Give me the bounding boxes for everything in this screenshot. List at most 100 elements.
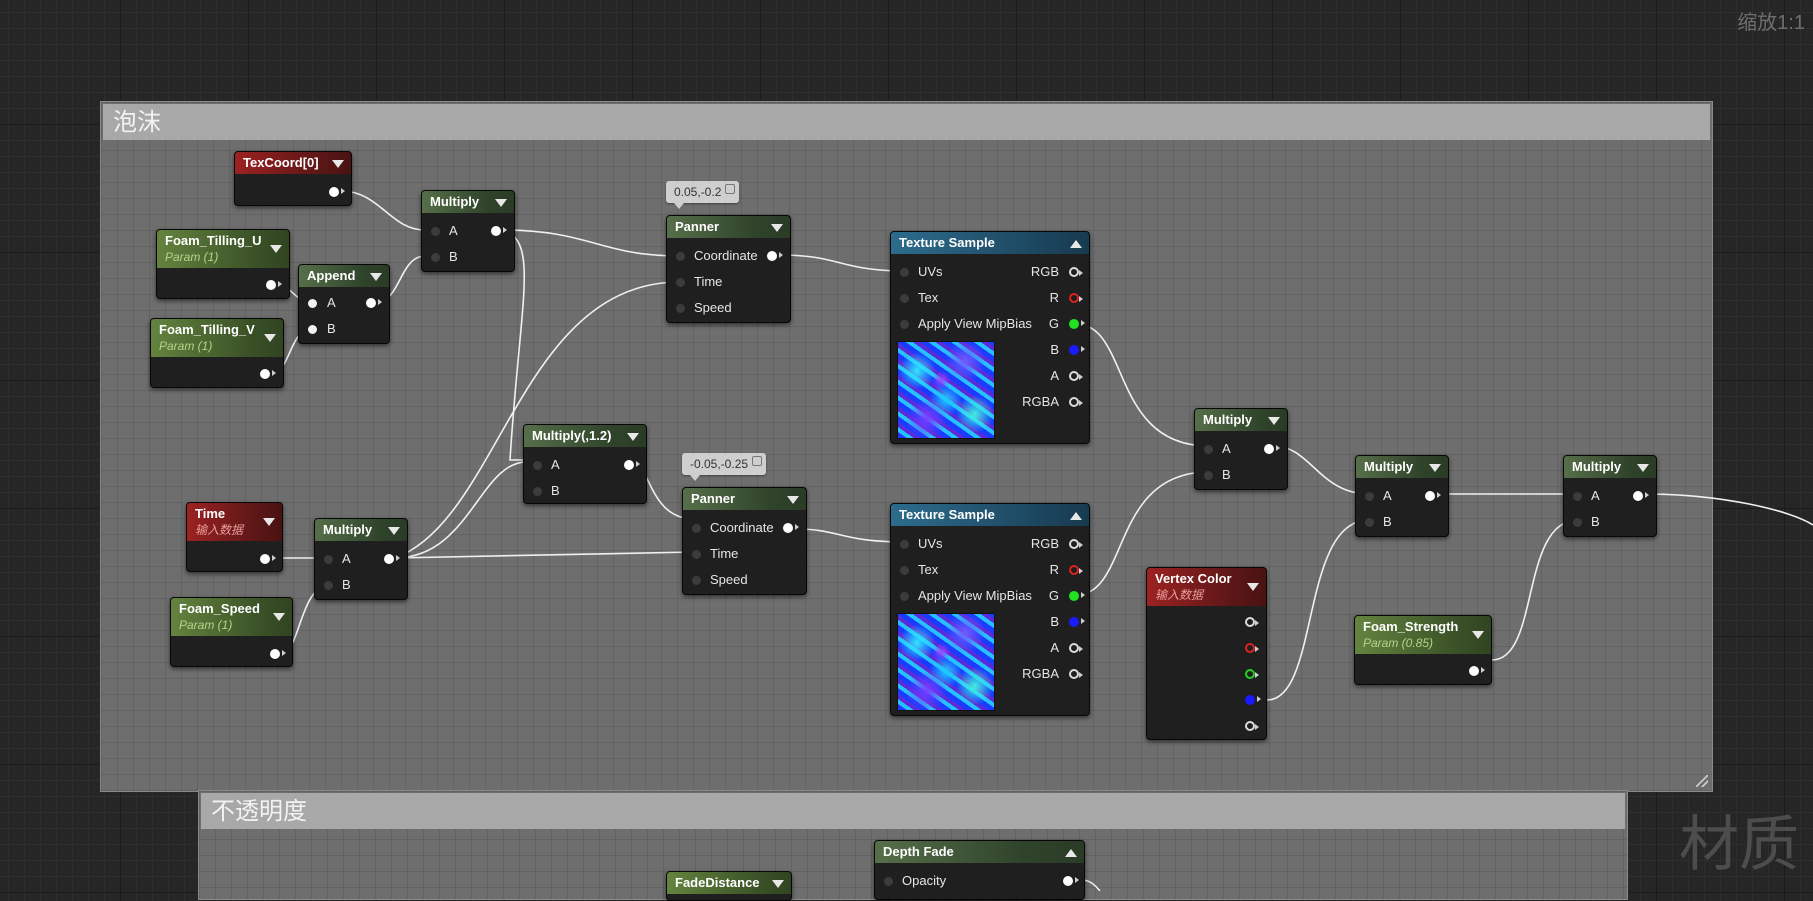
node-texcoord[interactable]: TexCoord[0] [234, 151, 352, 206]
input-pin-uvs[interactable] [900, 540, 909, 549]
node-panner[interactable]: Panner Coordinate Time Speed [682, 487, 807, 595]
input-pin-time[interactable] [676, 278, 685, 287]
node-header[interactable]: Multiply [1195, 409, 1287, 431]
collapse-arrow-icon[interactable] [1070, 240, 1082, 248]
collapse-arrow-icon[interactable] [627, 433, 639, 441]
input-pin-b[interactable] [1365, 518, 1374, 527]
input-pin-b[interactable] [1573, 518, 1582, 527]
input-pin-coordinate[interactable] [692, 524, 701, 533]
input-pin-uvs[interactable] [900, 268, 909, 277]
output-pin-a[interactable] [1245, 721, 1259, 731]
output-pin-b[interactable] [1069, 345, 1085, 355]
input-pin-speed[interactable] [692, 576, 701, 585]
output-pin[interactable] [260, 554, 276, 564]
input-pin-coordinate[interactable] [676, 252, 685, 261]
node-header[interactable]: Append [299, 265, 389, 287]
output-pin-b[interactable] [1069, 617, 1085, 627]
node-foam-strength[interactable]: Foam_Strength Param (0.85) [1354, 615, 1492, 685]
output-pin-a[interactable] [1069, 643, 1083, 653]
input-pin-a[interactable] [1365, 492, 1374, 501]
node-time[interactable]: Time 输入数据 [186, 502, 283, 572]
node-fade-distance[interactable]: FadeDistance [666, 871, 792, 901]
output-pin[interactable] [767, 251, 783, 261]
node-panner[interactable]: Panner Coordinate Time Speed [666, 215, 791, 323]
collapse-arrow-icon[interactable] [1065, 849, 1077, 857]
collapse-arrow-icon[interactable] [1247, 583, 1259, 591]
pin-icon[interactable] [752, 456, 763, 466]
node-header[interactable]: Multiply [315, 519, 407, 541]
output-pin-b[interactable] [1245, 695, 1261, 705]
output-pin-rgb[interactable] [1069, 267, 1083, 277]
node-header[interactable]: Multiply [422, 191, 514, 213]
input-pin-b[interactable] [533, 487, 542, 496]
output-pin[interactable] [783, 523, 799, 533]
input-pin-mipbias[interactable] [900, 592, 909, 601]
collapse-arrow-icon[interactable] [388, 527, 400, 535]
output-pin-g[interactable] [1245, 669, 1259, 679]
output-pin-r[interactable] [1069, 565, 1083, 575]
output-pin[interactable] [384, 554, 400, 564]
input-pin-opacity[interactable] [884, 877, 893, 886]
node-header[interactable]: Foam_Strength Param (0.85) [1355, 616, 1491, 654]
node-header[interactable]: Foam_Tilling_U Param (1) [157, 230, 289, 268]
node-multiply[interactable]: Multiply A B [1355, 455, 1449, 537]
node-header[interactable]: Foam_Speed Param (1) [171, 598, 292, 636]
input-pin-tex[interactable] [900, 294, 909, 303]
node-multiply[interactable]: Multiply A B [1563, 455, 1657, 537]
output-pin-rgb[interactable] [1245, 617, 1259, 627]
node-append[interactable]: Append A B [298, 264, 390, 344]
node-depth-fade[interactable]: Depth Fade Opacity [874, 840, 1085, 900]
output-pin-rgba[interactable] [1069, 397, 1083, 407]
collapse-arrow-icon[interactable] [495, 199, 507, 207]
collapse-arrow-icon[interactable] [1429, 464, 1441, 472]
output-pin-g[interactable] [1069, 319, 1085, 329]
output-pin[interactable] [1469, 666, 1485, 676]
output-pin[interactable] [329, 187, 345, 197]
collapse-arrow-icon[interactable] [332, 160, 344, 168]
node-multiply[interactable]: Multiply A B [314, 518, 408, 600]
output-pin[interactable] [1633, 491, 1649, 501]
output-pin[interactable] [260, 369, 276, 379]
node-multiply[interactable]: Multiply A B [1194, 408, 1288, 490]
input-pin-b[interactable] [324, 581, 333, 590]
node-header[interactable]: Multiply(,1.2) [524, 425, 646, 447]
output-pin[interactable] [1425, 491, 1441, 501]
input-pin-speed[interactable] [676, 304, 685, 313]
node-header[interactable]: TexCoord[0] [235, 152, 351, 174]
collapse-arrow-icon[interactable] [1637, 464, 1649, 472]
node-texture-sample[interactable]: Texture Sample UVs Tex Apply View MipBia… [890, 503, 1090, 716]
input-pin-a[interactable] [308, 299, 317, 308]
output-pin-rgb[interactable] [1069, 539, 1083, 549]
output-pin[interactable] [1264, 444, 1280, 454]
output-pin[interactable] [366, 298, 382, 308]
input-pin-a[interactable] [431, 227, 440, 236]
node-header[interactable]: Texture Sample [891, 504, 1089, 526]
node-foam-tilling-u[interactable]: Foam_Tilling_U Param (1) [156, 229, 290, 299]
output-pin[interactable] [1063, 876, 1079, 886]
input-pin-time[interactable] [692, 550, 701, 559]
input-pin-b[interactable] [308, 325, 317, 334]
output-pin[interactable] [266, 280, 282, 290]
input-pin-b[interactable] [431, 253, 440, 262]
output-pin-a[interactable] [1069, 371, 1083, 381]
constant-bubble[interactable]: 0.05,-0.2 [666, 181, 740, 209]
collapse-arrow-icon[interactable] [787, 496, 799, 504]
collapse-arrow-icon[interactable] [1070, 512, 1082, 520]
input-pin-b[interactable] [1204, 471, 1213, 480]
node-foam-speed[interactable]: Foam_Speed Param (1) [170, 597, 293, 667]
collapse-arrow-icon[interactable] [263, 518, 275, 526]
collapse-arrow-icon[interactable] [264, 334, 276, 342]
node-multiply[interactable]: Multiply A B [421, 190, 515, 272]
collapse-arrow-icon[interactable] [1472, 631, 1484, 639]
collapse-arrow-icon[interactable] [771, 224, 783, 232]
output-pin-r[interactable] [1069, 293, 1083, 303]
output-pin-r[interactable] [1245, 643, 1259, 653]
input-pin-a[interactable] [1573, 492, 1582, 501]
collapse-arrow-icon[interactable] [370, 273, 382, 281]
output-pin-rgba[interactable] [1069, 669, 1083, 679]
collapse-arrow-icon[interactable] [273, 613, 285, 621]
node-header[interactable]: Texture Sample [891, 232, 1089, 254]
node-foam-tilling-v[interactable]: Foam_Tilling_V Param (1) [150, 318, 284, 388]
output-pin[interactable] [491, 226, 507, 236]
collapse-arrow-icon[interactable] [772, 880, 784, 888]
